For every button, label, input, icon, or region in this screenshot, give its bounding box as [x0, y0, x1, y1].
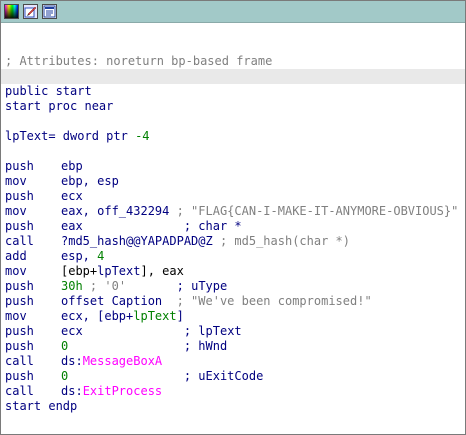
highlighted-blank-line: [1, 69, 465, 84]
comment: ; lpText: [183, 324, 242, 338]
mnemonic: push: [5, 369, 34, 383]
operand: eax: [61, 219, 83, 233]
mnemonic: push: [5, 159, 34, 173]
instruction-line[interactable]: push 30h ; '0' ; uType: [5, 279, 463, 294]
operand[interactable]: offset Caption: [61, 294, 162, 308]
instruction-line[interactable]: add esp, 4: [5, 249, 463, 264]
operand: ebp, esp: [61, 174, 119, 188]
graph-view-icon[interactable]: [42, 4, 57, 19]
comment: ; hWnd: [183, 339, 228, 353]
spacer: ;: [82, 279, 105, 293]
comment: ; "FLAG{CAN-I-MAKE-IT-ANYMORE-OBVIOUS}": [169, 204, 459, 218]
instruction-line[interactable]: push offset Caption ; "We've been comprom…: [5, 294, 463, 309]
var-reference[interactable]: lpText: [133, 309, 176, 323]
instruction-line[interactable]: push ecx ; lpText: [5, 324, 463, 339]
comment: ; uExitCode: [183, 369, 264, 383]
mnemonic: call: [5, 384, 34, 398]
comment: ; "We've been compromised!": [162, 294, 372, 308]
instruction-line[interactable]: call ds:MessageBoxA: [5, 354, 463, 369]
comment: ; md5_hash(char *): [212, 234, 350, 248]
instruction-line[interactable]: push 0 ; hWnd: [5, 339, 463, 354]
edit-icon-glyph: [24, 6, 37, 18]
window-toolbar: [1, 1, 465, 23]
operand: ecx: [61, 189, 83, 203]
operand: ]: [176, 309, 184, 323]
public-start-line[interactable]: public start: [5, 84, 463, 99]
comment: ; uType: [176, 279, 228, 293]
color-picker-icon[interactable]: [4, 4, 19, 19]
instruction-line[interactable]: call ?md5_hash@@YAPADPAD@Z ; md5_hash(cha…: [5, 234, 463, 249]
instruction-line[interactable]: push 0 ; uExitCode: [5, 369, 463, 384]
mnemonic: mov: [5, 204, 27, 218]
instruction-line[interactable]: push ecx: [5, 189, 463, 204]
operand: ecx: [61, 324, 83, 338]
mnemonic: push: [5, 219, 34, 233]
color-shade: [5, 5, 18, 18]
operand: ], eax: [140, 264, 184, 278]
operand: esp,: [61, 249, 98, 263]
proc-start-line[interactable]: start proc near: [5, 99, 463, 114]
instruction-line[interactable]: mov ecx, [ebp+lpText]: [5, 309, 463, 324]
mnemonic: mov: [5, 174, 27, 188]
operand: ebp: [61, 159, 83, 173]
mnemonic: push: [5, 189, 34, 203]
mnemonic: call: [5, 354, 34, 368]
mnemonic: push: [5, 324, 34, 338]
graph-view-icon-glyph: [43, 5, 56, 18]
import-reference[interactable]: ExitProcess: [83, 384, 162, 398]
operand: eax, off_432294: [61, 204, 170, 218]
operand: [ebp+: [61, 264, 98, 278]
instruction-line[interactable]: call ds:ExitProcess: [5, 384, 463, 399]
disassembly-listing: ; Attributes: noreturn bp-based frame pu…: [1, 54, 465, 414]
instruction-line[interactable]: mov ebp, esp: [5, 174, 463, 189]
var-offset: -4: [135, 129, 150, 143]
mnemonic: push: [5, 279, 34, 293]
var-decl: = dword ptr: [48, 129, 136, 143]
var-declaration-line[interactable]: lpText= dword ptr -4: [5, 129, 463, 144]
instruction-line[interactable]: push eax ; char *: [5, 219, 463, 234]
call-target[interactable]: ?md5_hash@@YAPADPAD@Z: [61, 234, 213, 248]
immediate-value: 30h: [61, 279, 83, 293]
mnemonic: mov: [5, 309, 27, 323]
edit-icon[interactable]: [23, 4, 38, 19]
mnemonic: push: [5, 294, 34, 308]
operand: ds:: [61, 354, 83, 368]
import-reference[interactable]: MessageBoxA: [83, 354, 162, 368]
var-name[interactable]: lpText: [5, 129, 48, 143]
comment: ; char *: [183, 219, 242, 233]
instruction-line[interactable]: mov [ebp+lpText], eax: [5, 264, 463, 279]
var-reference[interactable]: lpText: [97, 264, 140, 278]
operand: ds:: [61, 384, 83, 398]
char-literal: '0': [104, 279, 127, 293]
attributes-comment: ; Attributes: noreturn bp-based frame: [5, 54, 273, 68]
instruction-line[interactable]: push ebp: [5, 159, 463, 174]
proc-end-line[interactable]: start endp: [5, 399, 463, 414]
instruction-line[interactable]: mov eax, off_432294 ; "FLAG{CAN-I-MAKE-IT…: [5, 204, 463, 219]
mnemonic: push: [5, 339, 34, 353]
disassembly-window: ; Attributes: noreturn bp-based frame pu…: [0, 0, 466, 435]
mnemonic: mov: [5, 264, 27, 278]
mnemonic: add: [5, 249, 27, 263]
operand: ecx, [ebp+: [61, 309, 134, 323]
mnemonic: call: [5, 234, 34, 248]
immediate-value: 4: [97, 249, 105, 263]
